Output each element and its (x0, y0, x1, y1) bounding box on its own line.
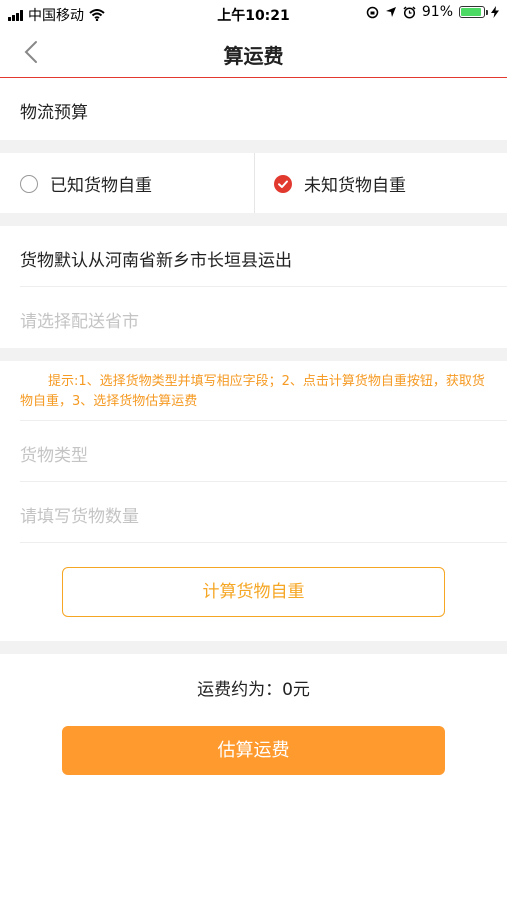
hint-text: 提示:1、选择货物类型并填写相应字段；2、点击计算货物自重按钮，获取货物自重，3… (20, 374, 485, 409)
divider (20, 286, 507, 287)
orientation-lock-icon (366, 6, 379, 18)
radio-known-weight-label: 已知货物自重 (50, 176, 152, 196)
alarm-icon (403, 5, 416, 19)
radio-unchecked-icon (20, 174, 38, 193)
page-title: 算运费 (223, 44, 284, 68)
radio-unknown-weight[interactable]: 未知货物自重 (274, 171, 406, 196)
calculate-weight-button[interactable]: 计算货物自重 (62, 567, 445, 617)
charging-icon (491, 6, 499, 18)
radio-checked-icon (274, 174, 292, 193)
section-gap (0, 348, 507, 361)
section-gap (0, 641, 507, 654)
section-gap (0, 140, 507, 153)
location-icon (385, 7, 396, 17)
cargo-quantity-input[interactable]: 请填写货物数量 (20, 502, 139, 527)
status-bar: 中国移动 上午10:21 91% (0, 0, 507, 28)
battery-fill (461, 8, 482, 16)
nav-bar: 算运费 (0, 28, 507, 78)
divider (20, 481, 507, 482)
radio-known-weight[interactable]: 已知货物自重 (20, 171, 152, 196)
weight-mode-selector: 已知货物自重 未知货物自重 (0, 153, 507, 213)
status-right: 91% (366, 4, 499, 20)
divider (20, 542, 507, 543)
estimate-fee-button[interactable]: 估算运费 (62, 726, 445, 775)
divider (254, 153, 255, 213)
destination-select[interactable]: 请选择配送省市 (20, 307, 139, 332)
battery-percent: 91% (421, 4, 453, 20)
section-title: 物流预算 (20, 103, 88, 123)
battery-icon (459, 6, 488, 18)
cargo-type-select[interactable]: 货物类型 (20, 441, 88, 466)
radio-unknown-weight-label: 未知货物自重 (304, 176, 406, 196)
fee-estimate-text: 运费约为：0元 (197, 680, 310, 700)
section-gap (0, 213, 507, 226)
origin-text: 货物默认从河南省新乡市长垣县运出 (20, 251, 292, 271)
divider (20, 420, 507, 421)
